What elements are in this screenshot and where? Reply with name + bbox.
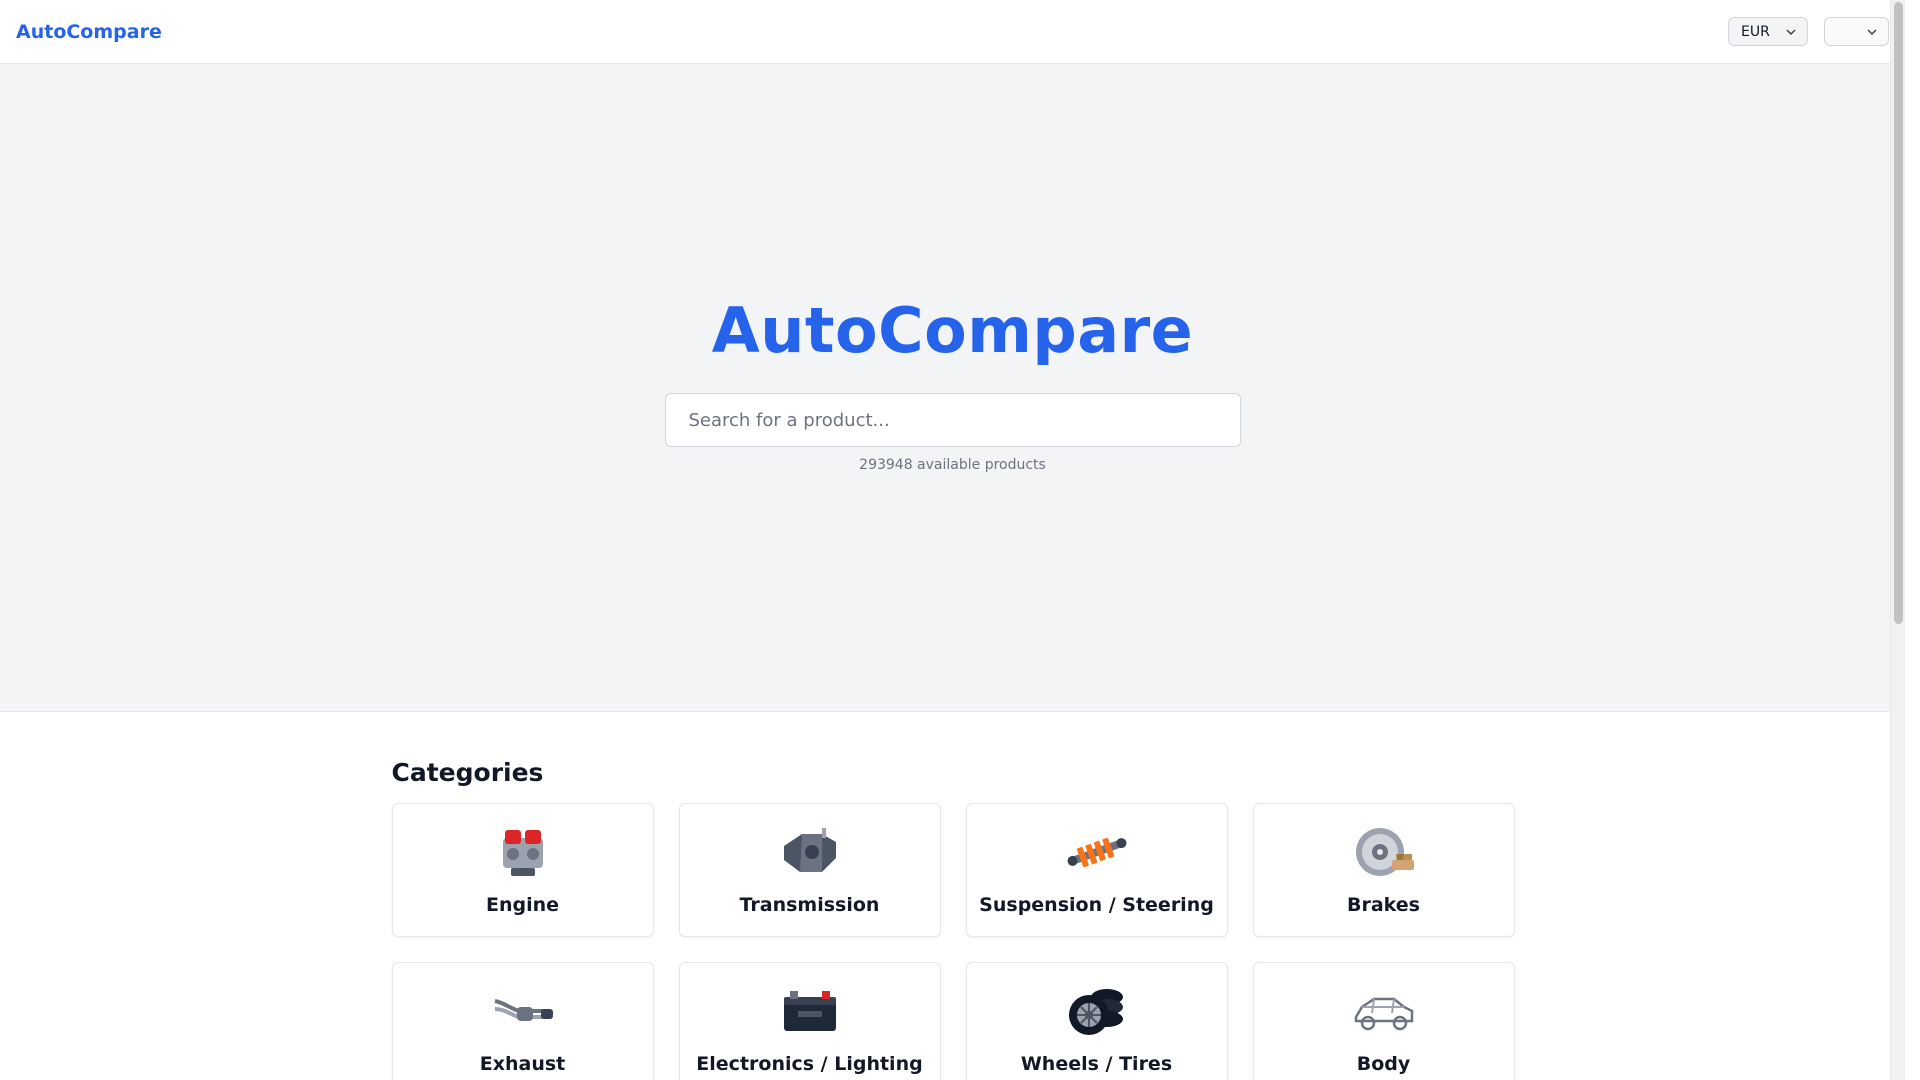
brake-disc-icon [1355,828,1414,876]
brand-logo-link[interactable]: AutoCompare [16,21,162,43]
currency-select-value: EUR [1741,23,1770,40]
category-label: Exhaust [479,1053,566,1075]
category-card-wheels-tires[interactable]: Wheels / Tires [965,962,1228,1080]
category-label: Body [1356,1053,1411,1075]
category-card-suspension-steering[interactable]: Suspension / Steering [965,803,1228,937]
product-count: 293948 available products [859,457,1046,473]
search-input[interactable] [664,393,1241,447]
category-label: Transmission [739,894,880,916]
battery-icon [783,991,836,1031]
transmission-icon [783,828,836,872]
chevron-down-icon [1786,28,1796,35]
category-card-transmission[interactable]: Transmission [678,803,941,937]
category-card-exhaust[interactable]: Exhaust [391,962,654,1080]
page-scrollbar[interactable] [1890,0,1905,1080]
category-label: Engine [485,894,560,916]
category-label: Brakes [1347,894,1420,916]
engine-icon [502,830,543,876]
scrollbar-thumb[interactable] [1894,2,1903,624]
categories-section: Categories Engine Transmission Suspensio… [391,712,1515,1080]
category-card-body[interactable]: Body [1252,962,1515,1080]
categories-heading: Categories [391,758,544,787]
hero-title: AutoCompare [711,294,1194,367]
car-body-icon [1354,997,1413,1031]
categories-grid: Engine Transmission Suspension / Steerin… [391,803,1515,1080]
search-container [664,393,1241,447]
exhaust-icon [494,999,553,1021]
category-card-engine[interactable]: Engine [391,803,654,937]
category-label: Suspension / Steering [979,894,1214,916]
top-nav: AutoCompare EUR [0,0,1905,64]
category-card-electronics-lighting[interactable]: Electronics / Lighting [678,962,941,1080]
category-label: Wheels / Tires [1020,1053,1173,1075]
currency-select[interactable]: EUR [1728,17,1808,46]
language-select[interactable] [1824,17,1889,46]
chevron-down-icon [1867,28,1877,35]
category-label: Electronics / Lighting [696,1053,923,1075]
category-card-brakes[interactable]: Brakes [1252,803,1515,937]
tires-icon [1068,989,1123,1035]
header-controls: EUR [1728,17,1889,46]
page: AutoCompare EUR AutoCompare 293948 avail… [0,0,1905,1080]
hero-section: AutoCompare 293948 available products [0,64,1905,712]
shock-absorber-icon [1067,837,1126,868]
